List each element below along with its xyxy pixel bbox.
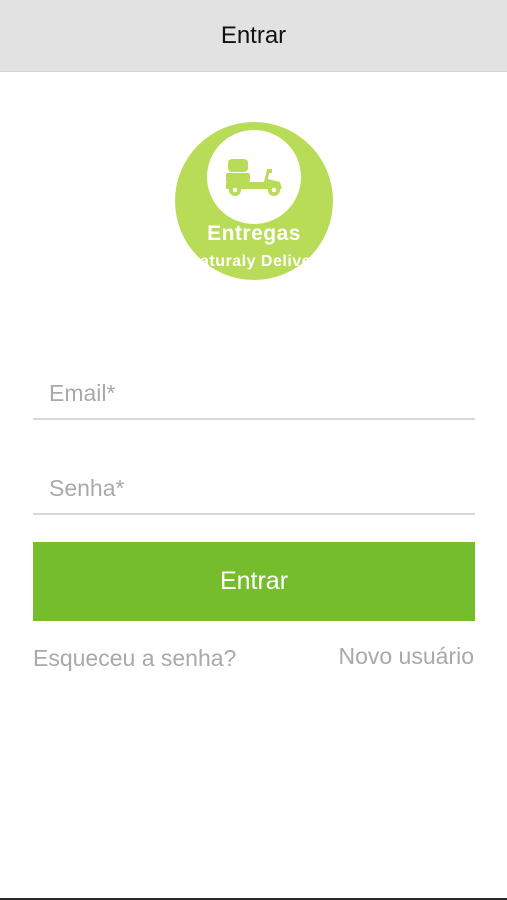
scooter-icon [226, 159, 282, 196]
forgot-password-link[interactable]: Esqueceu a senha? [33, 645, 236, 672]
logo-badge [207, 130, 301, 224]
new-user-link[interactable]: Novo usuário [338, 643, 474, 670]
email-field[interactable] [33, 368, 475, 420]
app-logo: Entregas aturaly Delive [175, 122, 333, 280]
email-input[interactable] [33, 368, 475, 418]
logo-subtitle: aturaly Delive [200, 253, 312, 270]
navigation-bar: Entrar [0, 0, 507, 72]
login-button[interactable]: Entrar [33, 542, 475, 621]
logo-title: Entregas [207, 222, 301, 245]
page-title: Entrar [220, 22, 287, 49]
password-field[interactable] [33, 463, 475, 515]
password-input[interactable] [33, 463, 475, 513]
